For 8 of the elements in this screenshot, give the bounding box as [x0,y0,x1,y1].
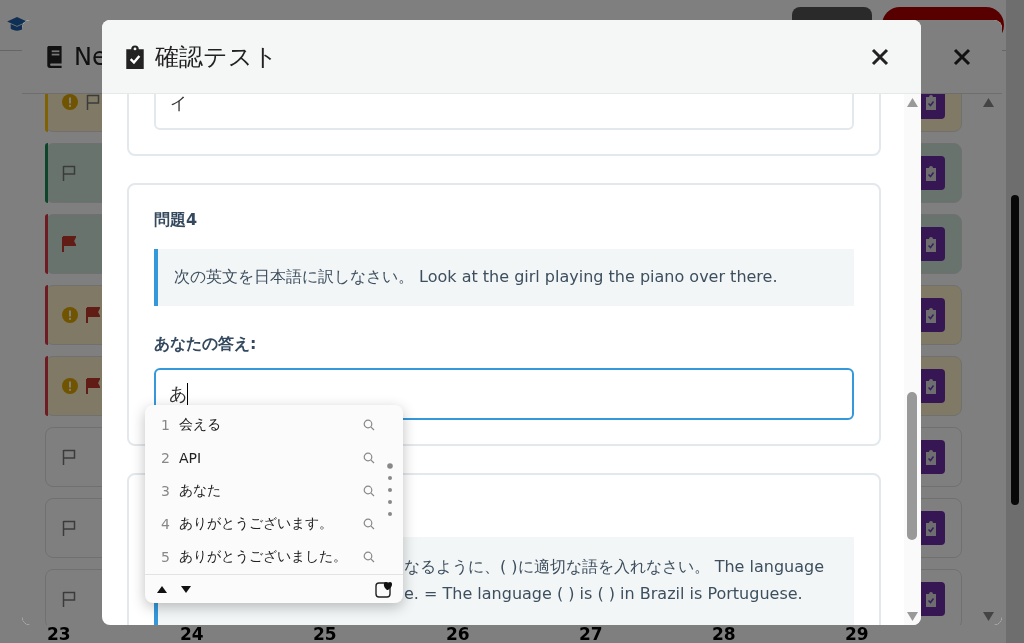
dialog-title: 確認テスト [155,41,278,73]
candidate-item[interactable]: 3 あなた [145,474,387,507]
question-prompt: 次の英文を日本語に訳しなさい。 Look at the girl playing the piano over there. [154,249,854,306]
candidate-item[interactable]: 2 API [145,441,387,474]
answer-label: あなたの答え: [154,334,258,355]
answer-field: イ [154,94,854,130]
question-heading: 問題4 [154,210,199,231]
candidate-item[interactable]: 4 ありがとうございます。 [145,507,387,540]
